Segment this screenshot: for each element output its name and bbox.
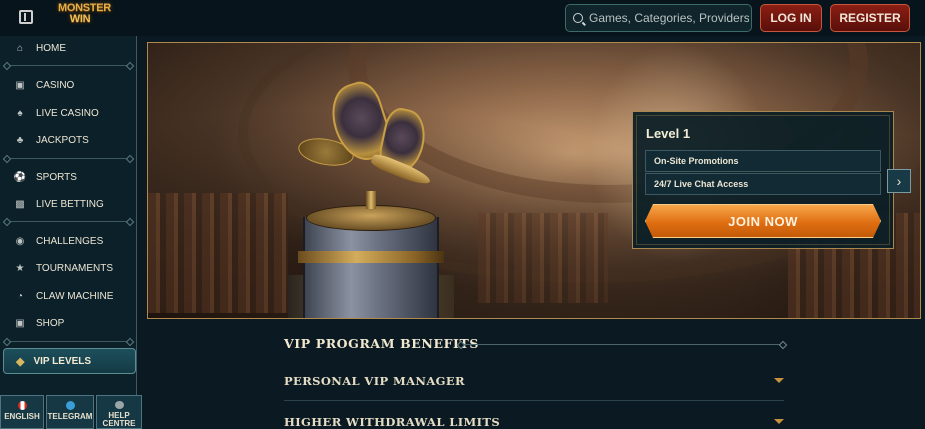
sidebar-item-label: CASINO	[36, 79, 75, 91]
live-icon: ▩	[15, 198, 25, 210]
medal-icon: ◉	[15, 235, 25, 247]
sidebar-item-label: VIP LEVELS	[33, 355, 92, 367]
help-icon	[114, 401, 124, 409]
bookshelf-image	[148, 193, 288, 313]
accordion-item-vip-manager[interactable]: PERSONAL VIP MANAGER	[284, 371, 784, 391]
section-divider	[461, 344, 783, 345]
section-title: VIP PROGRAM BENEFITS	[284, 336, 480, 351]
sidebar-divider	[6, 158, 131, 159]
telegram-label: TELEGRAM	[47, 412, 93, 421]
next-level-arrow-icon[interactable]: ›	[887, 169, 911, 193]
sidebar-divider	[6, 221, 131, 222]
sidebar-item-casino[interactable]: ▣ CASINO	[14, 75, 74, 95]
language-label: ENGLISH	[4, 412, 40, 421]
hero-banner: Level 1 On-Site Promotions 24/7 Live Cha…	[147, 42, 921, 319]
sidebar-item-label: LIVE BETTING	[36, 198, 104, 210]
sidebar-item-label: CHALLENGES	[36, 235, 104, 247]
join-now-button[interactable]: JOIN NOW	[645, 204, 881, 238]
sidebar-item-jackpots[interactable]: ♣ JACKPOTS	[14, 130, 89, 150]
slot-machine-icon: ▣	[15, 79, 25, 91]
sidebar-divider	[6, 341, 131, 342]
sidebar: ⌂ HOME ▣ CASINO ♠ LIVE CASINO ♣ JACKPOTS…	[0, 36, 137, 429]
sidebar-divider	[6, 65, 131, 66]
search-icon	[573, 13, 583, 23]
canada-flag-icon	[17, 401, 27, 410]
sidebar-footer: ENGLISH TELEGRAM HELP CENTRE	[0, 395, 142, 429]
sidebar-item-live-casino[interactable]: ♠ LIVE CASINO	[14, 103, 99, 123]
trophy-icon: ★	[15, 262, 25, 274]
diamond-icon: ◆	[16, 355, 25, 368]
telegram-button[interactable]: TELEGRAM	[46, 395, 94, 429]
sidebar-item-vip-levels[interactable]: ◆ VIP LEVELS	[3, 348, 136, 374]
accordion-label: PERSONAL VIP MANAGER	[284, 374, 465, 388]
bag-icon: ▣	[15, 317, 25, 329]
top-header: MONSTER WIN LOG IN REGISTER	[0, 0, 925, 36]
site-logo[interactable]: MONSTER WIN	[58, 3, 111, 33]
login-button[interactable]: LOG IN	[760, 4, 822, 32]
sidebar-item-label: JACKPOTS	[36, 134, 89, 146]
help-label-2: CENTRE	[102, 419, 136, 428]
sidebar-item-claw-machine[interactable]: ◔ CLAW MACHINE	[14, 286, 113, 306]
cards-icon: ♠	[17, 107, 23, 119]
chevron-down-icon	[774, 419, 784, 424]
sidebar-item-tournaments[interactable]: ★ TOURNAMENTS	[14, 258, 114, 278]
level-benefit-row: On-Site Promotions	[645, 150, 881, 172]
sidebar-item-label: HOME	[36, 42, 66, 54]
pedestal-image	[298, 251, 444, 263]
sidebar-item-label: SPORTS	[36, 171, 77, 183]
clover-icon: ♣	[16, 134, 24, 146]
claw-icon: ◔	[16, 290, 24, 302]
search-box[interactable]	[565, 4, 752, 32]
sidebar-item-shop[interactable]: ▣ SHOP	[14, 313, 64, 333]
level-benefit-row: 24/7 Live Chat Access	[645, 173, 881, 195]
sidebar-item-sports[interactable]: ⚽ SPORTS	[14, 167, 77, 187]
vip-level-card: Level 1 On-Site Promotions 24/7 Live Cha…	[632, 111, 894, 249]
accordion-item-withdrawal-limits[interactable]: HIGHER WITHDRAWAL LIMITS	[284, 412, 784, 429]
pedestal-image	[303, 217, 439, 318]
telegram-icon	[65, 401, 75, 410]
logo-line-2: WIN	[69, 13, 91, 25]
search-input[interactable]	[589, 11, 749, 25]
level-title: Level 1	[646, 126, 691, 141]
accordion-divider	[284, 400, 784, 401]
butterfly-image	[366, 191, 376, 209]
bookshelf-image	[478, 213, 608, 303]
accordion-label: HIGHER WITHDRAWAL LIMITS	[284, 415, 501, 429]
sidebar-item-live-betting[interactable]: ▩ LIVE BETTING	[14, 194, 104, 214]
sidebar-item-home[interactable]: ⌂ HOME	[14, 38, 66, 58]
chevron-down-icon	[774, 378, 784, 383]
ball-icon: ⚽	[13, 171, 27, 183]
language-button[interactable]: ENGLISH	[0, 395, 44, 429]
sidebar-item-label: SHOP	[36, 317, 65, 329]
sidebar-item-challenges[interactable]: ◉ CHALLENGES	[14, 231, 104, 251]
help-centre-button[interactable]: HELP CENTRE	[96, 395, 142, 429]
register-button[interactable]: REGISTER	[830, 4, 910, 32]
home-icon: ⌂	[16, 42, 24, 54]
sidebar-item-label: LIVE CASINO	[36, 107, 99, 119]
sidebar-toggle-icon[interactable]	[19, 10, 33, 24]
sidebar-item-label: TOURNAMENTS	[36, 262, 114, 274]
sidebar-item-label: CLAW MACHINE	[36, 290, 114, 302]
